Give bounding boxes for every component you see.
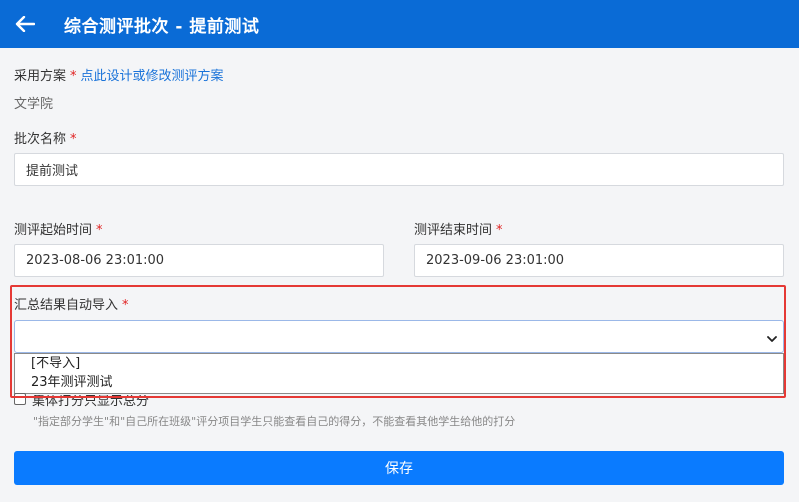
save-button[interactable]: 保存 [14, 451, 784, 485]
chevron-down-icon [767, 332, 777, 347]
start-time-label-row: 测评起始时间 * [14, 219, 103, 238]
page-header: 综合测评批次 - 提前测试 [0, 0, 799, 48]
dropdown-option-no-import[interactable]: [不导入] [15, 354, 783, 373]
batch-name-label-row: 批次名称 * [14, 128, 77, 147]
scheme-row: 采用方案 * 点此设计或修改测评方案 [14, 65, 224, 84]
arrow-left-icon[interactable] [14, 13, 36, 35]
import-result-label: 汇总结果自动导入 [14, 298, 119, 313]
required-mark: * [96, 223, 103, 238]
start-time-input[interactable]: 2023-08-06 23:01:00 [14, 244, 384, 277]
import-result-dropdown: [不导入] 23年测评测试 [14, 353, 784, 394]
score-option-checkbox[interactable] [14, 393, 26, 405]
end-time-input[interactable]: 2023-09-06 23:01:00 [414, 244, 784, 277]
required-mark: * [496, 223, 503, 238]
import-result-select[interactable] [14, 320, 784, 353]
edit-scheme-link[interactable]: 点此设计或修改测评方案 [81, 69, 224, 84]
batch-name-input[interactable]: 提前测试 [14, 153, 784, 186]
end-time-label-row: 测评结束时间 * [414, 219, 503, 238]
page-title: 综合测评批次 - 提前测试 [64, 16, 260, 37]
score-option-hint: "指定部分学生"和"自己所在班级"评分项目学生只能查看自己的得分，不能查看其他学… [33, 415, 516, 428]
required-mark: * [122, 298, 129, 313]
import-result-label-row: 汇总结果自动导入 * [14, 294, 129, 313]
dropdown-option-23-test[interactable]: 23年测评测试 [15, 373, 783, 392]
start-time-label: 测评起始时间 [14, 223, 93, 238]
required-mark: * [70, 132, 77, 147]
required-mark: * [70, 69, 77, 84]
scheme-label: 采用方案 [14, 69, 67, 84]
end-time-label: 测评结束时间 [414, 223, 493, 238]
batch-name-label: 批次名称 [14, 132, 67, 147]
scheme-value: 文学院 [14, 97, 54, 112]
